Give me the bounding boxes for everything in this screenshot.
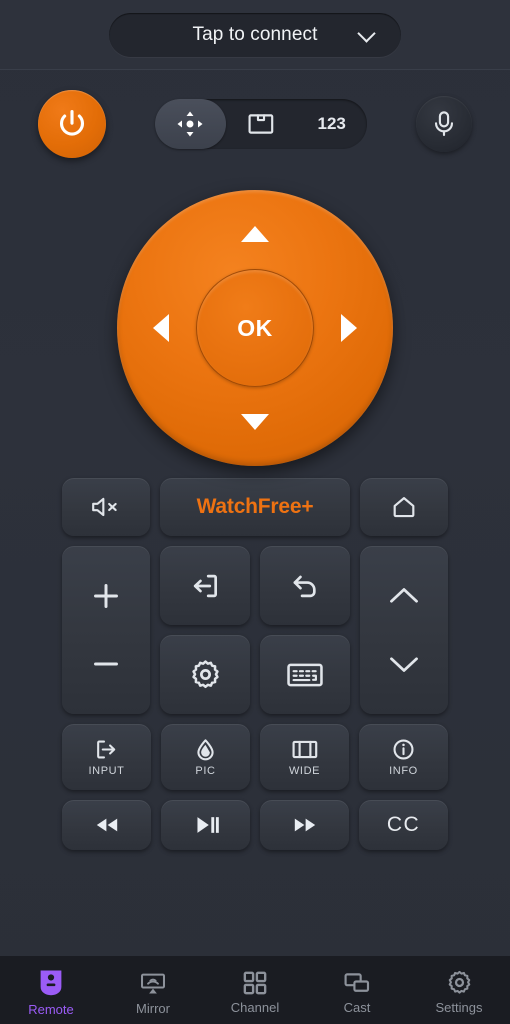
- watchfree-row: WatchFree+: [62, 478, 448, 536]
- volume-up-button[interactable]: [62, 562, 150, 630]
- bottom-navigation: Remote Mirror Channel Cast Settings: [0, 956, 510, 1024]
- seg-touchpad-mode[interactable]: [226, 99, 297, 149]
- media-row: CC: [62, 800, 448, 850]
- back-arrow-icon: [293, 575, 316, 597]
- pic-button[interactable]: PIC: [161, 724, 250, 790]
- channel-down-button[interactable]: [360, 630, 448, 698]
- rewind-button[interactable]: [62, 800, 151, 850]
- settings-button[interactable]: [160, 635, 250, 714]
- home-button[interactable]: [360, 478, 448, 536]
- power-button[interactable]: [38, 90, 106, 158]
- top-control-row: 123: [0, 70, 510, 178]
- minus-icon: [94, 662, 118, 666]
- fast-forward-button[interactable]: [260, 800, 349, 850]
- seg-number-mode[interactable]: 123: [296, 99, 367, 149]
- dpad-left-button[interactable]: [133, 300, 189, 356]
- volume-down-button[interactable]: [62, 630, 150, 698]
- input-label: INPUT: [88, 765, 125, 777]
- keyboard-icon: [287, 663, 323, 686]
- input-button[interactable]: INPUT: [62, 724, 151, 790]
- nav-item-remote[interactable]: Remote: [9, 968, 93, 1017]
- closed-caption-button[interactable]: CC: [359, 800, 448, 850]
- grid-channel-icon: [243, 971, 267, 994]
- dpad-up-button[interactable]: [227, 206, 283, 262]
- input-source-icon: [97, 740, 116, 759]
- channel-up-button[interactable]: [360, 562, 448, 630]
- arrow-down-icon: [241, 414, 269, 430]
- screen-mirror-icon: [140, 973, 166, 994]
- nav-item-channel[interactable]: Channel: [213, 970, 297, 1015]
- connect-device-button[interactable]: Tap to connect: [109, 12, 401, 57]
- volume-mute-icon: [92, 497, 117, 517]
- arrow-right-icon: [341, 314, 357, 342]
- connect-label: Tap to connect: [192, 23, 318, 45]
- dpad-right-button[interactable]: [321, 300, 377, 356]
- closed-caption-label: CC: [386, 813, 421, 836]
- button-panel: WatchFree+ INPUT PIC WIDE INFO CC: [0, 478, 510, 956]
- exit-icon: [193, 574, 217, 597]
- app-header: Tap to connect: [0, 0, 510, 70]
- chevron-down-icon: [390, 657, 418, 672]
- arrow-left-icon: [153, 314, 169, 342]
- nav-item-mirror[interactable]: Mirror: [111, 969, 195, 1016]
- watchfree-plus-label: WatchFree+: [196, 495, 314, 518]
- back-button[interactable]: [260, 546, 350, 625]
- rewind-icon: [96, 818, 117, 832]
- dpad-down-button[interactable]: [227, 394, 283, 450]
- nav-label-mirror: Mirror: [136, 1000, 170, 1016]
- function-row: INPUT PIC WIDE INFO: [62, 724, 448, 790]
- input-mode-segmented-control: 123: [155, 99, 367, 149]
- nav-item-settings[interactable]: Settings: [417, 969, 501, 1015]
- seg-dpad-mode[interactable]: [155, 99, 226, 149]
- exit-button[interactable]: [160, 546, 250, 625]
- fast-forward-icon: [294, 818, 315, 832]
- arrow-up-icon: [241, 226, 269, 242]
- power-icon: [59, 109, 85, 136]
- mic-button[interactable]: [416, 96, 472, 152]
- dpad: OK: [117, 190, 393, 466]
- nav-label-cast: Cast: [343, 999, 371, 1015]
- play-pause-button[interactable]: [161, 800, 250, 850]
- play-pause-icon: [196, 817, 219, 833]
- watchfree-plus-button[interactable]: WatchFree+: [160, 478, 350, 536]
- dpad-move-icon: [177, 111, 203, 137]
- pic-label: PIC: [195, 765, 216, 777]
- cast-icon: [344, 972, 370, 992]
- volume-rocker: [62, 546, 150, 714]
- chevron-down-icon: [357, 23, 376, 43]
- wide-aspect-icon: [292, 740, 317, 759]
- channel-rocker: [360, 546, 448, 714]
- home-icon: [393, 497, 415, 518]
- microphone-icon: [434, 111, 454, 137]
- touchpad-icon: [248, 114, 274, 134]
- keyboard-button[interactable]: [260, 635, 350, 714]
- plus-icon: [94, 584, 118, 608]
- remote-app: Tap to connect 123 OK WatchFree+ INPUT P…: [0, 0, 510, 1024]
- info-button[interactable]: INFO: [359, 724, 448, 790]
- seg-number-label: 123: [317, 114, 346, 133]
- wide-button[interactable]: WIDE: [260, 724, 349, 790]
- picture-mode-icon: [197, 739, 214, 761]
- ok-button[interactable]: OK: [196, 269, 314, 387]
- dpad-container: OK: [0, 178, 510, 478]
- mute-button[interactable]: [62, 478, 150, 536]
- wide-label: WIDE: [288, 765, 321, 777]
- middle-grid: [62, 546, 448, 714]
- nav-label-settings: Settings: [435, 1000, 483, 1015]
- remote-icon: [40, 970, 62, 995]
- chevron-up-icon: [390, 588, 418, 603]
- info-label: INFO: [389, 765, 418, 777]
- info-icon: [393, 739, 414, 760]
- gear-icon: [448, 970, 470, 994]
- nav-label-remote: Remote: [28, 1001, 74, 1017]
- nav-item-cast[interactable]: Cast: [315, 970, 399, 1015]
- nav-label-channel: Channel: [230, 999, 280, 1015]
- gear-icon: [191, 660, 219, 689]
